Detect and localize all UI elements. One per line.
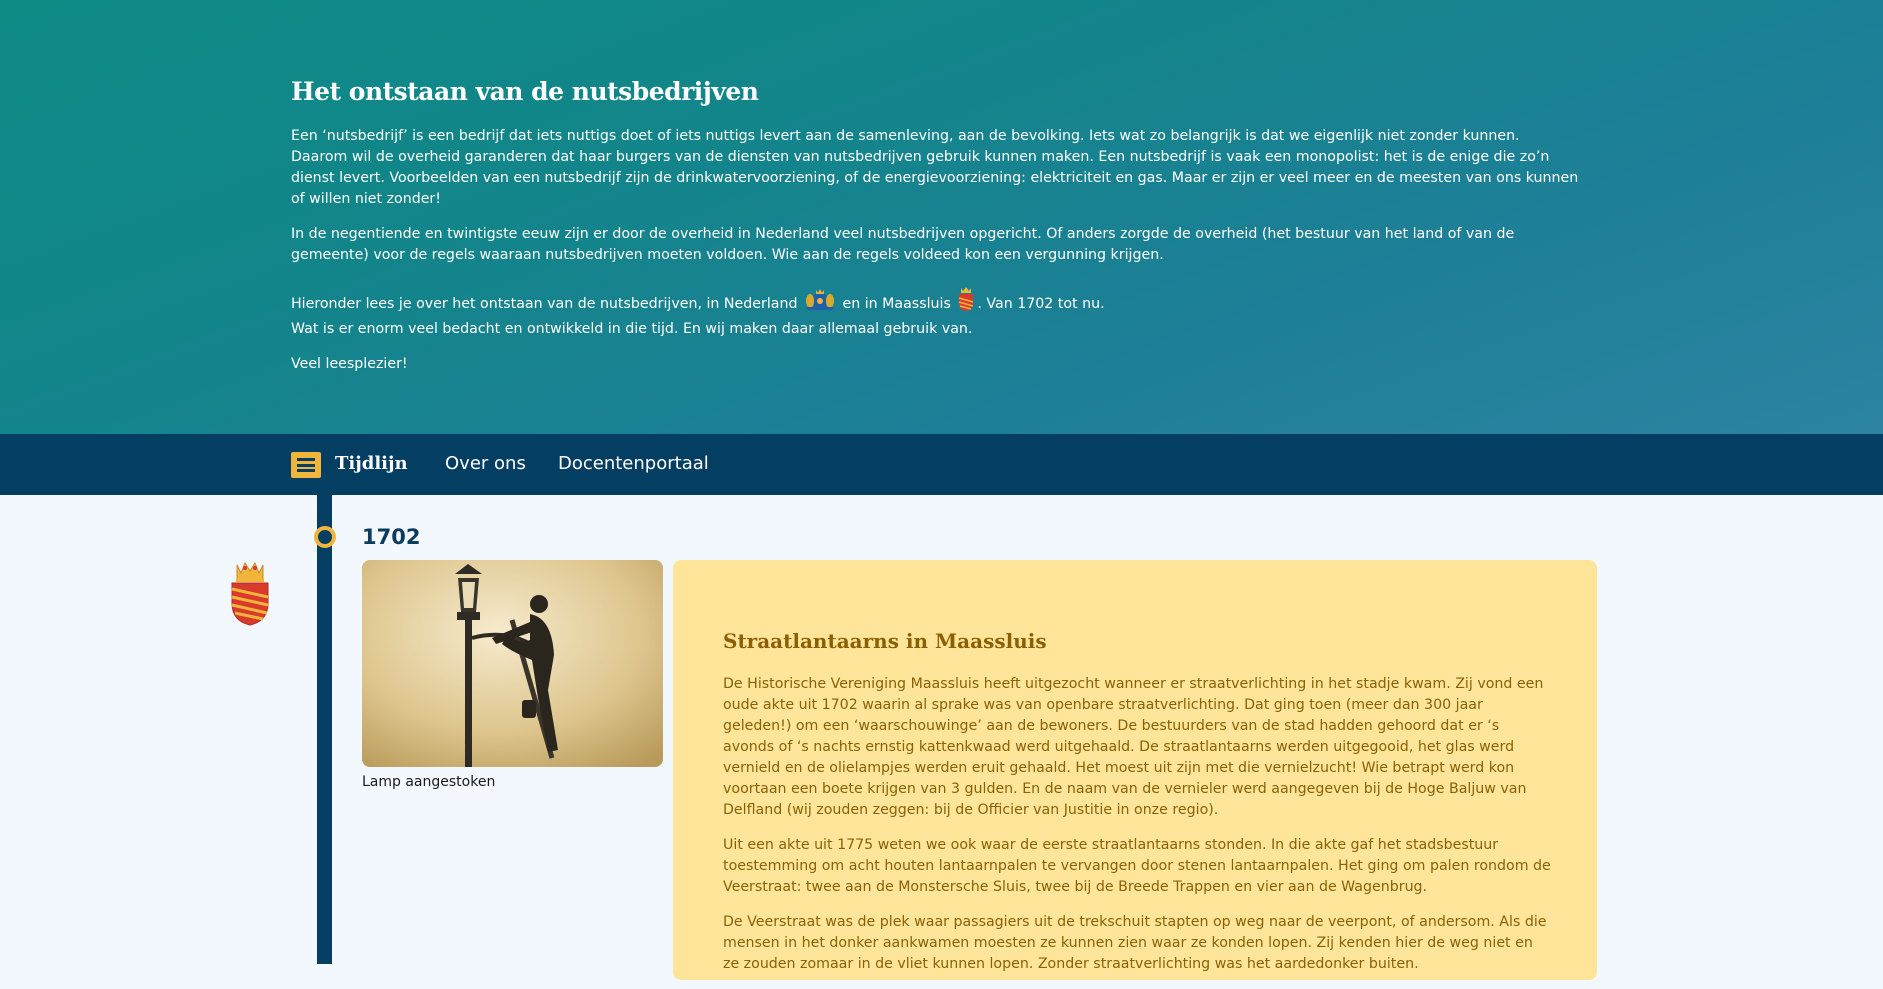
- story-paragraph: De Veerstraat was de plek waar passagier…: [723, 914, 1547, 972]
- maassluis-coat-of-arms-icon: [957, 286, 975, 319]
- intro-paragraph-3: Hieronder lees je over het ontstaan van …: [291, 286, 1581, 340]
- timeline-marker: [314, 526, 336, 548]
- main-navbar: Tijdlijn Over ons Docentenportaal: [0, 434, 1883, 495]
- page-title: Het ontstaan van de nutsbedrijven: [291, 77, 759, 106]
- nav-link-over-ons[interactable]: Over ons: [445, 451, 526, 477]
- photo-caption: Lamp aangestoken: [362, 774, 496, 790]
- timeline-story-card: Straatlantaarns in Maassluis De Historis…: [673, 560, 1597, 980]
- story-paragraph: De Historische Vereniging Maassluis heef…: [723, 676, 1544, 818]
- maassluis-coat-of-arms-icon: [229, 559, 271, 631]
- intro-p1-line2: Daarom wil de overheid garanderen dat ha…: [291, 149, 1579, 207]
- story-content: Straatlantaarns in Maassluis De Historis…: [723, 628, 1553, 989]
- intro-p3-part3: . Van 1702 tot nu.: [977, 296, 1105, 312]
- intro-p1-line1: Een ‘nutsbedrijf’ is een bedrijf dat iet…: [291, 128, 1520, 144]
- timeline-year: 1702: [362, 525, 421, 549]
- story-paragraph: Uit een akte uit 1775 weten we ook waar …: [723, 837, 1551, 895]
- intro-paragraph-4: Veel leesplezier!: [291, 356, 408, 372]
- timeline-line: [317, 495, 332, 964]
- story-title: Straatlantaarns in Maassluis: [723, 629, 1047, 653]
- intro-content: Het ontstaan van de nutsbedrijven Een ‘n…: [291, 76, 1581, 389]
- intro-p3-part1: Hieronder lees je over het ontstaan van …: [291, 296, 798, 312]
- nederland-coat-of-arms-icon: [804, 286, 836, 319]
- nav-link-tijdlijn[interactable]: Tijdlijn: [335, 451, 408, 477]
- hamburger-menu-icon[interactable]: [291, 452, 321, 478]
- lamplighter-photo: [362, 560, 663, 767]
- nav-link-docentenportaal[interactable]: Docentenportaal: [558, 451, 709, 477]
- intro-paragraph-1: Een ‘nutsbedrijf’ is een bedrijf dat iet…: [291, 126, 1581, 210]
- intro-p3-part2: en in Maassluis: [842, 296, 951, 312]
- intro-hero: Het ontstaan van de nutsbedrijven Een ‘n…: [0, 0, 1883, 434]
- intro-paragraph-2: In de negentiende en twintigste eeuw zij…: [291, 226, 1515, 263]
- intro-p3-line2: Wat is er enorm veel bedacht en ontwikke…: [291, 321, 973, 337]
